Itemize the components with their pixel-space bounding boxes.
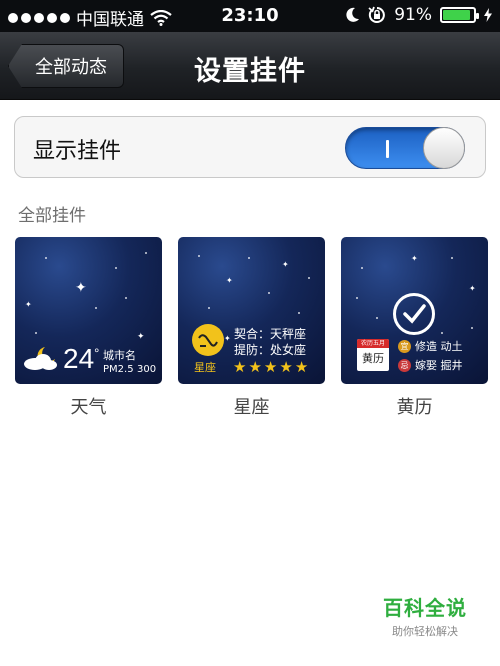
widget-grid: ✦ ✦ ✦ 24° 城市名 PM2.5 300 天气 ✦ ✦ ✦ 星座 契合：天… xyxy=(15,237,488,418)
moon-icon xyxy=(346,7,360,22)
battery-fill xyxy=(443,10,471,20)
navigation-bar: 全部动态 设置挂件 xyxy=(0,32,500,100)
section-title: 全部挂件 xyxy=(18,206,86,226)
yi-badge: 宜 xyxy=(398,339,411,353)
weather-widget-label: 天气 xyxy=(70,397,107,418)
show-widget-label: 显示挂件 xyxy=(33,139,122,164)
switch-on-indicator xyxy=(386,140,389,158)
ji-badge: 忌 xyxy=(398,358,411,372)
rating-star-icon: ★ xyxy=(263,358,280,376)
rotation-lock-icon xyxy=(368,6,386,23)
yi-text: 修造 动土 xyxy=(415,340,463,353)
battery-icon xyxy=(440,7,479,23)
star-icon: ✦ xyxy=(411,254,418,263)
battery-percent: 91% xyxy=(394,5,432,25)
star-icon: ✦ xyxy=(469,284,476,293)
page-title: 设置挂件 xyxy=(194,56,306,87)
watermark-title: 百科全说 xyxy=(383,596,467,620)
watermark-subtitle: 助你轻松解决 xyxy=(392,625,458,638)
star-icon: ✦ xyxy=(224,334,231,343)
rating-star-icon: ★ xyxy=(294,358,311,376)
zodiac-badge xyxy=(192,324,224,356)
star-icon: ✦ xyxy=(137,332,145,342)
zodiac-match: 契合：天秤座 xyxy=(234,327,307,341)
calendar-body: 黄历 xyxy=(362,352,384,365)
pm-label: PM2.5 xyxy=(103,364,134,375)
almanac-ji-row: 忌 嫁娶 掘井 xyxy=(398,357,463,373)
ji-text: 嫁娶 掘井 xyxy=(415,359,463,372)
calendar-header: 农历五月 xyxy=(357,339,389,348)
rating-star-icon: ★ xyxy=(248,358,264,376)
almanac-yi-row: 宜 修造 动土 xyxy=(398,338,463,354)
switch-knob[interactable] xyxy=(423,127,465,169)
calendar-icon: 农历五月 黄历 xyxy=(357,339,389,371)
weather-widget[interactable]: ✦ ✦ ✦ 24° 城市名 PM2.5 300 xyxy=(15,237,162,384)
almanac-widget[interactable]: ✦ ✦ 农历五月 黄历 宜 修造 动土 忌 嫁娶 掘井 xyxy=(341,237,488,384)
watermark: 百科全说 助你轻松解决 xyxy=(360,592,490,639)
charging-icon xyxy=(484,8,492,22)
status-bar: 中国联通 23:10 91% xyxy=(0,0,500,32)
star-icon: ✦ xyxy=(226,276,233,285)
rating-stars: ★★★★★ xyxy=(233,358,310,376)
temperature: 24° xyxy=(63,343,100,374)
rating-star-icon: ★ xyxy=(233,358,249,376)
moon-cloud-icon xyxy=(24,347,57,370)
star-icon: ✦ xyxy=(282,260,289,269)
constellation-widget[interactable]: ✦ ✦ ✦ 星座 契合：天秤座 提防：处女座 ★★★★★ xyxy=(178,237,325,384)
city-name: 城市名 xyxy=(103,349,136,362)
status-right: 91% xyxy=(346,5,492,25)
zodiac-avoid: 提防：处女座 xyxy=(234,343,307,357)
rating-star-icon: ★ xyxy=(279,358,295,376)
show-widget-row: 显示挂件 xyxy=(14,116,486,178)
star-icon: ✦ xyxy=(25,300,32,309)
show-widget-switch[interactable] xyxy=(345,127,465,169)
constellation-widget-label: 星座 xyxy=(233,397,270,418)
libra-icon xyxy=(198,334,218,347)
star-icon: ✦ xyxy=(75,280,87,296)
pm-value: 300 xyxy=(137,364,157,375)
checkmark-icon xyxy=(393,293,435,335)
zodiac-name: 星座 xyxy=(194,361,216,374)
almanac-widget-label: 黄历 xyxy=(396,397,433,418)
